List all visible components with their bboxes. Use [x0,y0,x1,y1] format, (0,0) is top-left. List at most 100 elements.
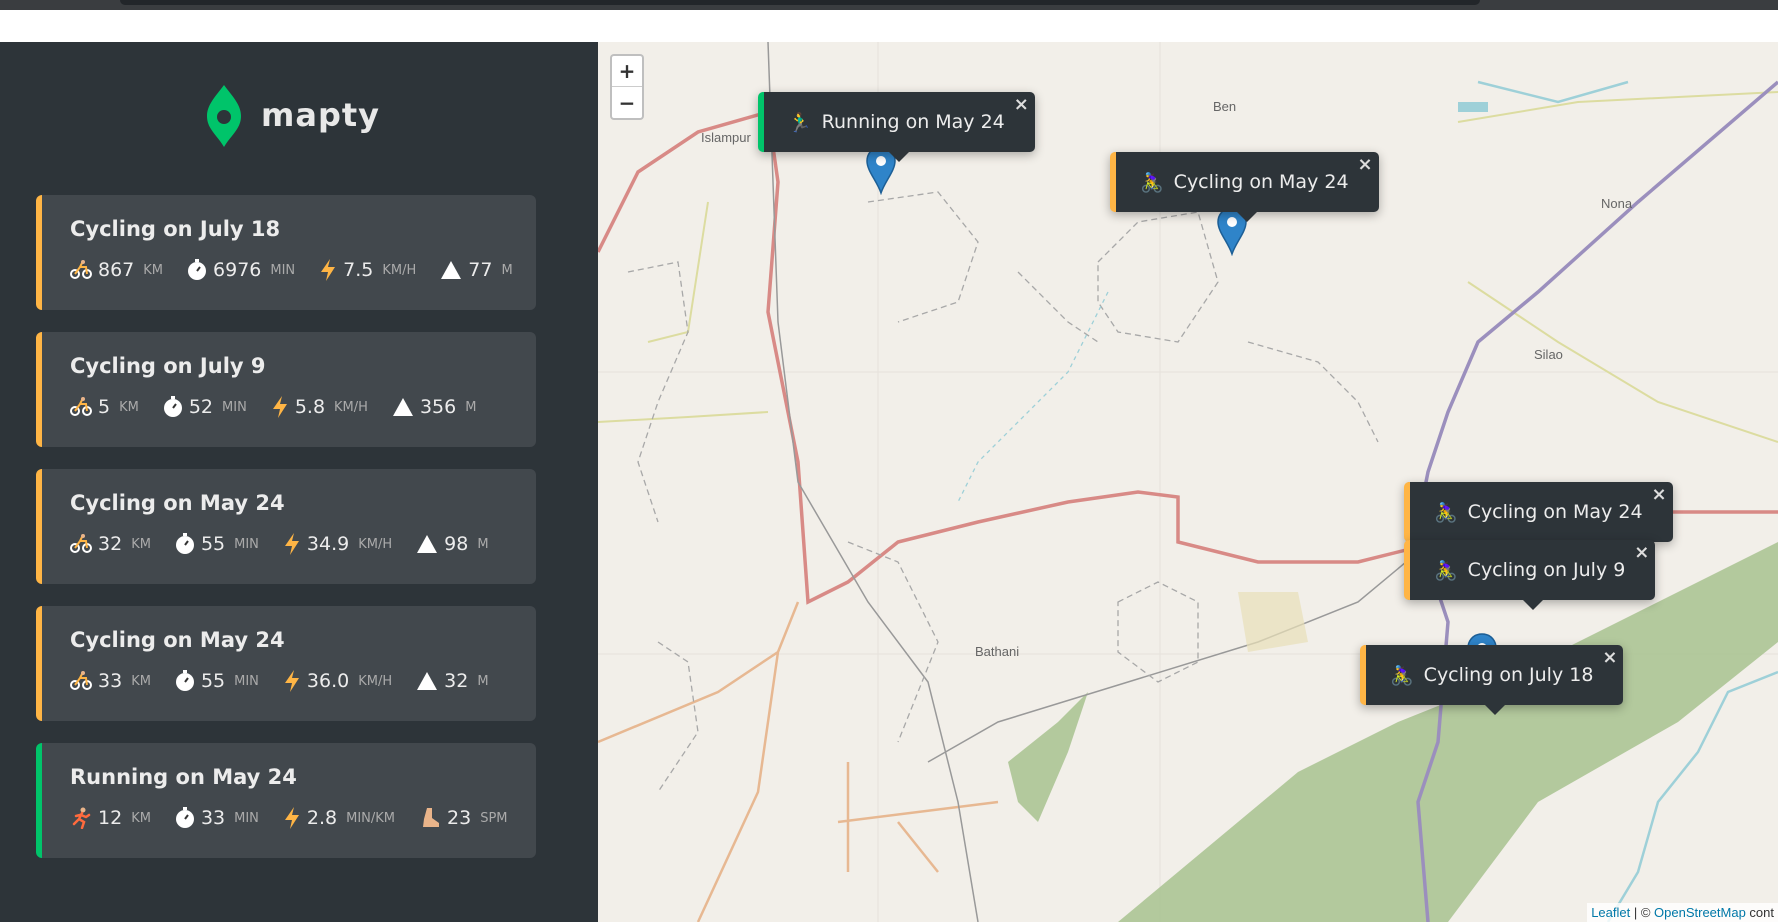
bicycle-icon: 🚴‍♀️ [1434,559,1458,582]
zoom-out-button[interactable]: − [612,87,642,118]
duration-value: 55 [200,533,226,555]
openstreetmap-link[interactable]: OpenStreetMap [1654,905,1746,920]
bicycle-icon [70,671,92,690]
duration-value: 52 [188,396,214,418]
workout-title: Cycling on May 24 [70,628,285,652]
popup-tip [1237,212,1258,222]
workout-popup[interactable]: 🚴‍♀️ Cycling on May 24 × [1110,152,1379,222]
elevation-detail: 98 m [416,533,489,555]
cadence-value: 23 [447,807,472,829]
popup-label: Cycling on July 9 [1467,559,1626,581]
pace-unit: min/km [346,810,396,826]
bicycle-icon: 🚴‍♀️ [1140,171,1164,194]
zoom-in-button[interactable]: + [612,56,642,87]
leaflet-link[interactable]: Leaflet [1591,905,1630,920]
speed-value: 36.0 [306,670,350,692]
map-pin-logo-icon [207,85,241,147]
popup-tip [1522,600,1543,610]
stopwatch-icon [163,396,182,417]
popup-close-button[interactable]: × [1634,542,1649,563]
workout-item[interactable]: Cycling on July 9 5 km 52 min 5.8 km/h [36,332,536,447]
popup-tip [889,152,910,162]
workout-popup[interactable]: 🚴‍♀️ Cycling on July 9 × [1404,540,1656,610]
zoom-control: + − [610,54,644,120]
logo: mapty [205,80,380,150]
app: mapty Cycling on July 18 867 km 6976 min [0,42,1778,922]
stopwatch-icon [175,807,194,828]
speed-detail: 34.9 km/h [283,533,392,555]
bicycle-icon [70,534,92,553]
workout-popup[interactable]: 🚴‍♀️ Cycling on July 18 × [1360,645,1624,715]
elevation-unit: m [477,536,489,552]
workout-item[interactable]: Cycling on May 24 32 km 55 min 34.9 km/h [36,469,536,584]
bicycle-icon [70,260,92,279]
workout-title: Running on May 24 [70,765,297,789]
elevation-value: 77 [468,259,493,281]
distance-unit: km [131,673,151,689]
distance-detail: 33 km [70,670,151,692]
speed-value: 34.9 [306,533,350,555]
lightning-icon [272,396,287,418]
workout-list: Cycling on July 18 867 km 6976 min 7.5 km/h [36,195,536,880]
duration-detail: 6976 min [187,259,295,281]
workout-item[interactable]: Running on May 24 12 km 33 min 2.8 min/km [36,743,536,858]
distance-unit: km [131,536,151,552]
duration-value: 6976 [213,259,262,281]
bicycle-icon: 🚴‍♀️ [1434,501,1458,524]
attribution-separator: | © [1630,905,1655,920]
logo-text: mapty [261,96,380,134]
workout-item[interactable]: Cycling on July 18 867 km 6976 min 7.5 km/h [36,195,536,310]
elevation-detail: 356 m [392,396,476,418]
workout-popup[interactable]: 🚴‍♀️ Cycling on May 24 × [1404,482,1673,552]
distance-detail: 12 km [70,807,151,829]
distance-unit: km [143,262,164,278]
distance-value: 32 [98,533,123,555]
workout-popup[interactable]: 🏃‍♂️ Running on May 24 × [758,92,1035,162]
place-label: Silao [1534,347,1563,362]
lightning-icon [284,807,299,829]
distance-detail: 5 km [70,396,139,418]
popup-label: Running on May 24 [821,111,1005,133]
popup-label: Cycling on May 24 [1467,501,1643,523]
foot-icon [423,808,440,827]
distance-value: 867 [98,259,135,281]
elevation-detail: 32 m [416,670,489,692]
lightning-icon [284,533,299,555]
stopwatch-icon [175,670,194,691]
elevation-unit: m [465,399,477,415]
speed-unit: km/h [358,536,393,552]
browser-top-bar [0,0,1778,10]
distance-value: 12 [98,807,123,829]
duration-detail: 55 min [175,670,259,692]
duration-unit: min [222,399,247,415]
pace-detail: 2.8 min/km [283,807,395,829]
pace-value: 2.8 [306,807,338,829]
runner-icon: 🏃‍♂️ [788,111,812,134]
workout-title: Cycling on July 18 [70,217,281,241]
speed-value: 7.5 [343,259,374,281]
map[interactable]: Islampur Ben Nona Silao Bathani + − 🏃‍♂️… [598,42,1778,922]
duration-unit: min [234,810,259,826]
duration-unit: min [234,536,259,552]
speed-value: 5.8 [294,396,326,418]
popup-close-button[interactable]: × [1014,94,1029,115]
popup-tip [1484,705,1505,715]
popup-close-button[interactable]: × [1602,647,1617,668]
attribution-tail: cont [1745,905,1774,920]
bicycle-icon [70,397,92,416]
place-label: Ben [1213,99,1237,114]
map-attribution: Leaflet | © OpenStreetMap cont [1587,903,1778,922]
speed-unit: km/h [382,262,417,278]
popup-close-button[interactable]: × [1357,154,1372,175]
runner-icon [72,807,91,829]
distance-detail: 867 km [70,259,163,281]
place-label: Islampur [701,130,751,145]
mountain-icon [441,261,462,279]
popup-label: Cycling on May 24 [1173,171,1349,193]
sidebar: mapty Cycling on July 18 867 km 6976 min [0,42,598,922]
elevation-value: 356 [419,396,457,418]
distance-unit: km [131,810,151,826]
workout-title: Cycling on May 24 [70,491,285,515]
popup-close-button[interactable]: × [1651,484,1666,505]
workout-item[interactable]: Cycling on May 24 33 km 55 min 36.0 km/h [36,606,536,721]
